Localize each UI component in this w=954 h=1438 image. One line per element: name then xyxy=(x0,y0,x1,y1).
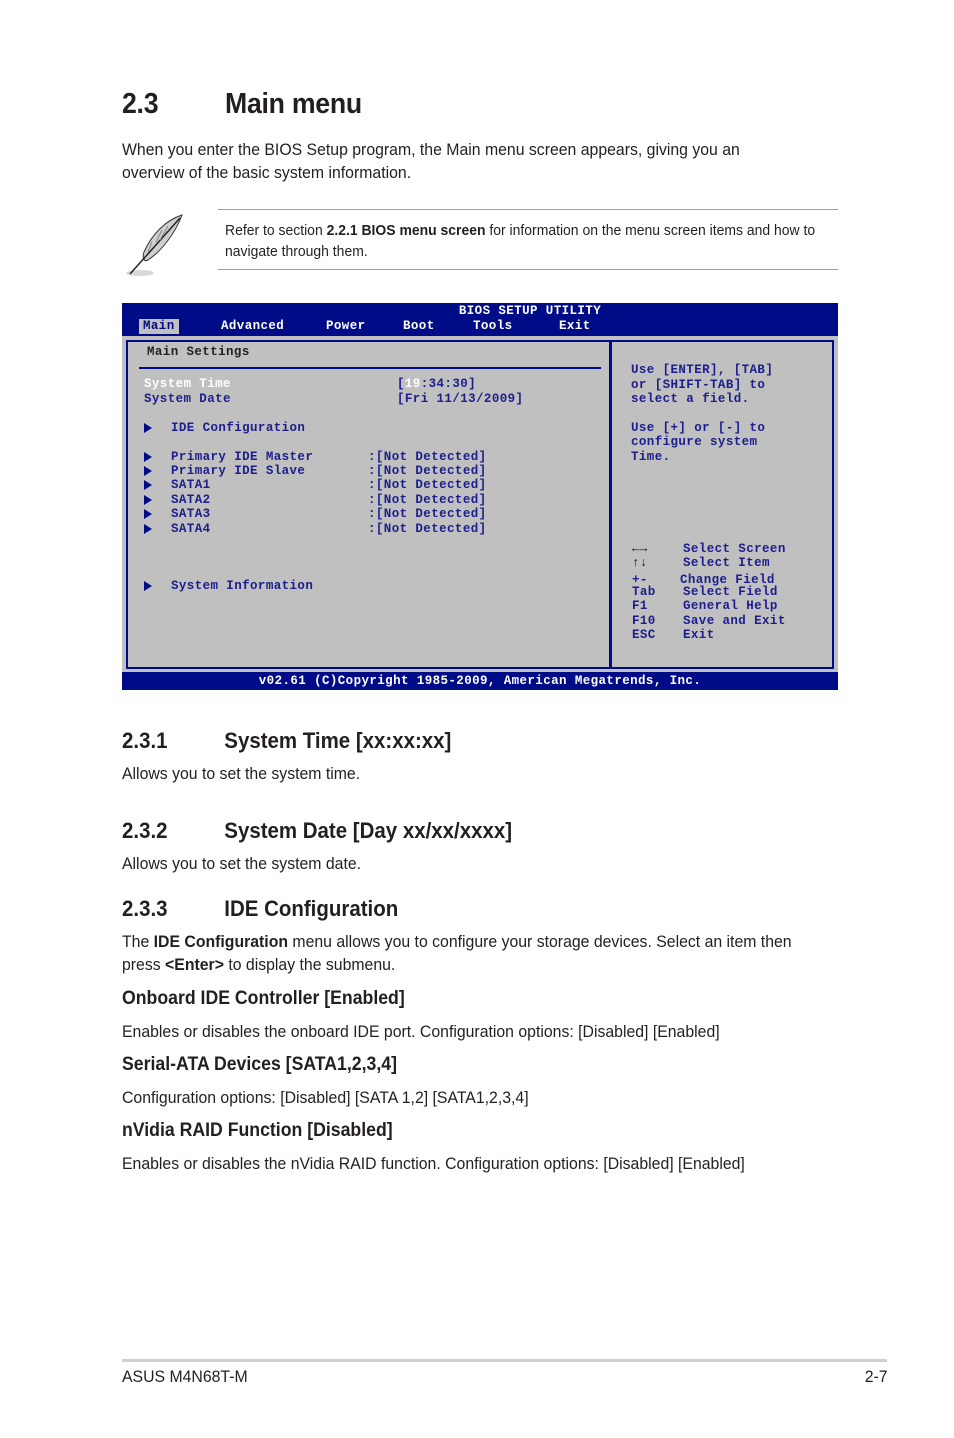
device-value: :[Not Detected] xyxy=(368,450,487,464)
device-sata1[interactable]: SATA1 xyxy=(171,478,211,492)
tab-tools[interactable]: Tools xyxy=(469,319,517,334)
key-desc: Select Screen xyxy=(683,542,786,556)
subsection-heading: 2.3.2 System Date [Day xx/xx/xxxx] xyxy=(122,818,513,843)
footer-model: ASUS M4N68T-M xyxy=(122,1367,248,1386)
key-desc: Select Item xyxy=(683,556,770,570)
note-bottom-rule xyxy=(218,269,838,270)
option-desc: Enables or disables the nVidia RAID func… xyxy=(122,1154,745,1173)
tab-power[interactable]: Power xyxy=(322,319,370,334)
system-date-label[interactable]: System Date xyxy=(144,392,231,406)
subsection-desc: Allows you to set the system date. xyxy=(122,854,362,873)
device-value: :[Not Detected] xyxy=(368,522,487,536)
submenu-arrow-icon xyxy=(144,466,152,476)
option-desc: Configuration options: [Disabled] [SATA … xyxy=(122,1088,529,1107)
bios-screen: BIOS SETUP UTILITY Main Advanced Power B… xyxy=(122,303,838,690)
submenu-arrow-icon xyxy=(144,509,152,519)
ide-configuration-item[interactable]: IDE Configuration xyxy=(171,421,305,435)
bios-title: BIOS SETUP UTILITY xyxy=(458,304,602,318)
help-line: select a field. xyxy=(631,392,750,406)
key-desc: Exit xyxy=(683,628,715,642)
panel-title: Main Settings xyxy=(147,345,250,359)
tab-boot[interactable]: Boot xyxy=(399,319,439,334)
key-label: ESC xyxy=(632,628,656,642)
tab-exit[interactable]: Exit xyxy=(555,319,595,334)
option-heading: Onboard IDE Controller [Enabled] xyxy=(122,988,405,1009)
key-label: F1 xyxy=(632,599,648,613)
help-line: Use [ENTER], [TAB] xyxy=(631,363,774,377)
device-sata2[interactable]: SATA2 xyxy=(171,493,211,507)
help-line: Use [+] or [-] to xyxy=(631,421,766,435)
device-value: :[Not Detected] xyxy=(368,478,487,492)
submenu-arrow-icon xyxy=(144,581,152,591)
submenu-arrow-icon xyxy=(144,495,152,505)
submenu-arrow-icon xyxy=(144,423,152,433)
system-time-value[interactable]: [19:34:30] xyxy=(397,377,476,391)
key-label: Tab xyxy=(632,585,656,599)
tab-advanced[interactable]: Advanced xyxy=(217,319,288,334)
submenu-arrow-icon xyxy=(144,524,152,534)
device-primary-ide-master[interactable]: Primary IDE Master xyxy=(171,450,313,464)
system-time-hour-highlight: 19 xyxy=(404,377,421,391)
option-desc: Enables or disables the onboard IDE port… xyxy=(122,1022,720,1041)
subsection-heading: 2.3.1 System Time [xx:xx:xx] xyxy=(122,728,452,753)
subsection-desc: Allows you to set the system time. xyxy=(122,764,361,783)
option-heading: nVidia RAID Function [Disabled] xyxy=(122,1120,393,1141)
note-top-rule xyxy=(218,209,838,210)
device-value: :[Not Detected] xyxy=(368,464,487,478)
system-time-label[interactable]: System Time xyxy=(144,377,231,391)
section-heading: 2.3 Main menu xyxy=(122,88,362,121)
device-sata3[interactable]: SATA3 xyxy=(171,507,211,521)
bios-panel-divider xyxy=(609,340,612,669)
footer-rule xyxy=(122,1359,887,1362)
key-desc: General Help xyxy=(683,599,778,613)
key-desc: Select Field xyxy=(683,585,778,599)
key-desc: Save and Exit xyxy=(683,614,786,628)
system-date-value[interactable]: [Fri 11/13/2009] xyxy=(397,392,523,406)
submenu-arrow-icon xyxy=(144,452,152,462)
up-down-arrows-icon: ↑↓ xyxy=(632,556,648,570)
help-line: or [SHIFT-TAB] to xyxy=(631,378,766,392)
device-value: :[Not Detected] xyxy=(368,507,487,521)
intro-paragraph: When you enter the BIOS Setup program, t… xyxy=(122,140,740,182)
note-text: Refer to section 2.2.1 BIOS menu screen … xyxy=(225,222,816,260)
device-primary-ide-slave[interactable]: Primary IDE Slave xyxy=(171,464,305,478)
subsection-heading: 2.3.3 IDE Configuration xyxy=(122,896,399,921)
tab-main[interactable]: Main xyxy=(139,319,179,334)
note-link-ref: 2.2.1 BIOS menu screen xyxy=(326,222,486,239)
key-label: F10 xyxy=(632,614,656,628)
help-line: Time. xyxy=(631,450,671,464)
bios-copyright: v02.61 (C)Copyright 1985-2009, American … xyxy=(122,672,838,690)
option-heading: Serial-ATA Devices [SATA1,2,3,4] xyxy=(122,1054,397,1075)
section-number: 2.3 xyxy=(122,88,159,120)
section-title: Main menu xyxy=(225,88,362,120)
feather-pen-icon xyxy=(122,212,192,278)
panel-title-rule xyxy=(139,367,601,369)
help-line: configure system xyxy=(631,435,758,449)
left-right-arrows-icon: ←→ xyxy=(632,542,648,556)
page-number: 2-7 xyxy=(865,1367,888,1386)
system-information-item[interactable]: System Information xyxy=(171,579,313,593)
submenu-arrow-icon xyxy=(144,480,152,490)
device-sata4[interactable]: SATA4 xyxy=(171,522,211,536)
device-value: :[Not Detected] xyxy=(368,493,487,507)
subsection-desc: The IDE Configuration menu allows you to… xyxy=(122,932,792,974)
